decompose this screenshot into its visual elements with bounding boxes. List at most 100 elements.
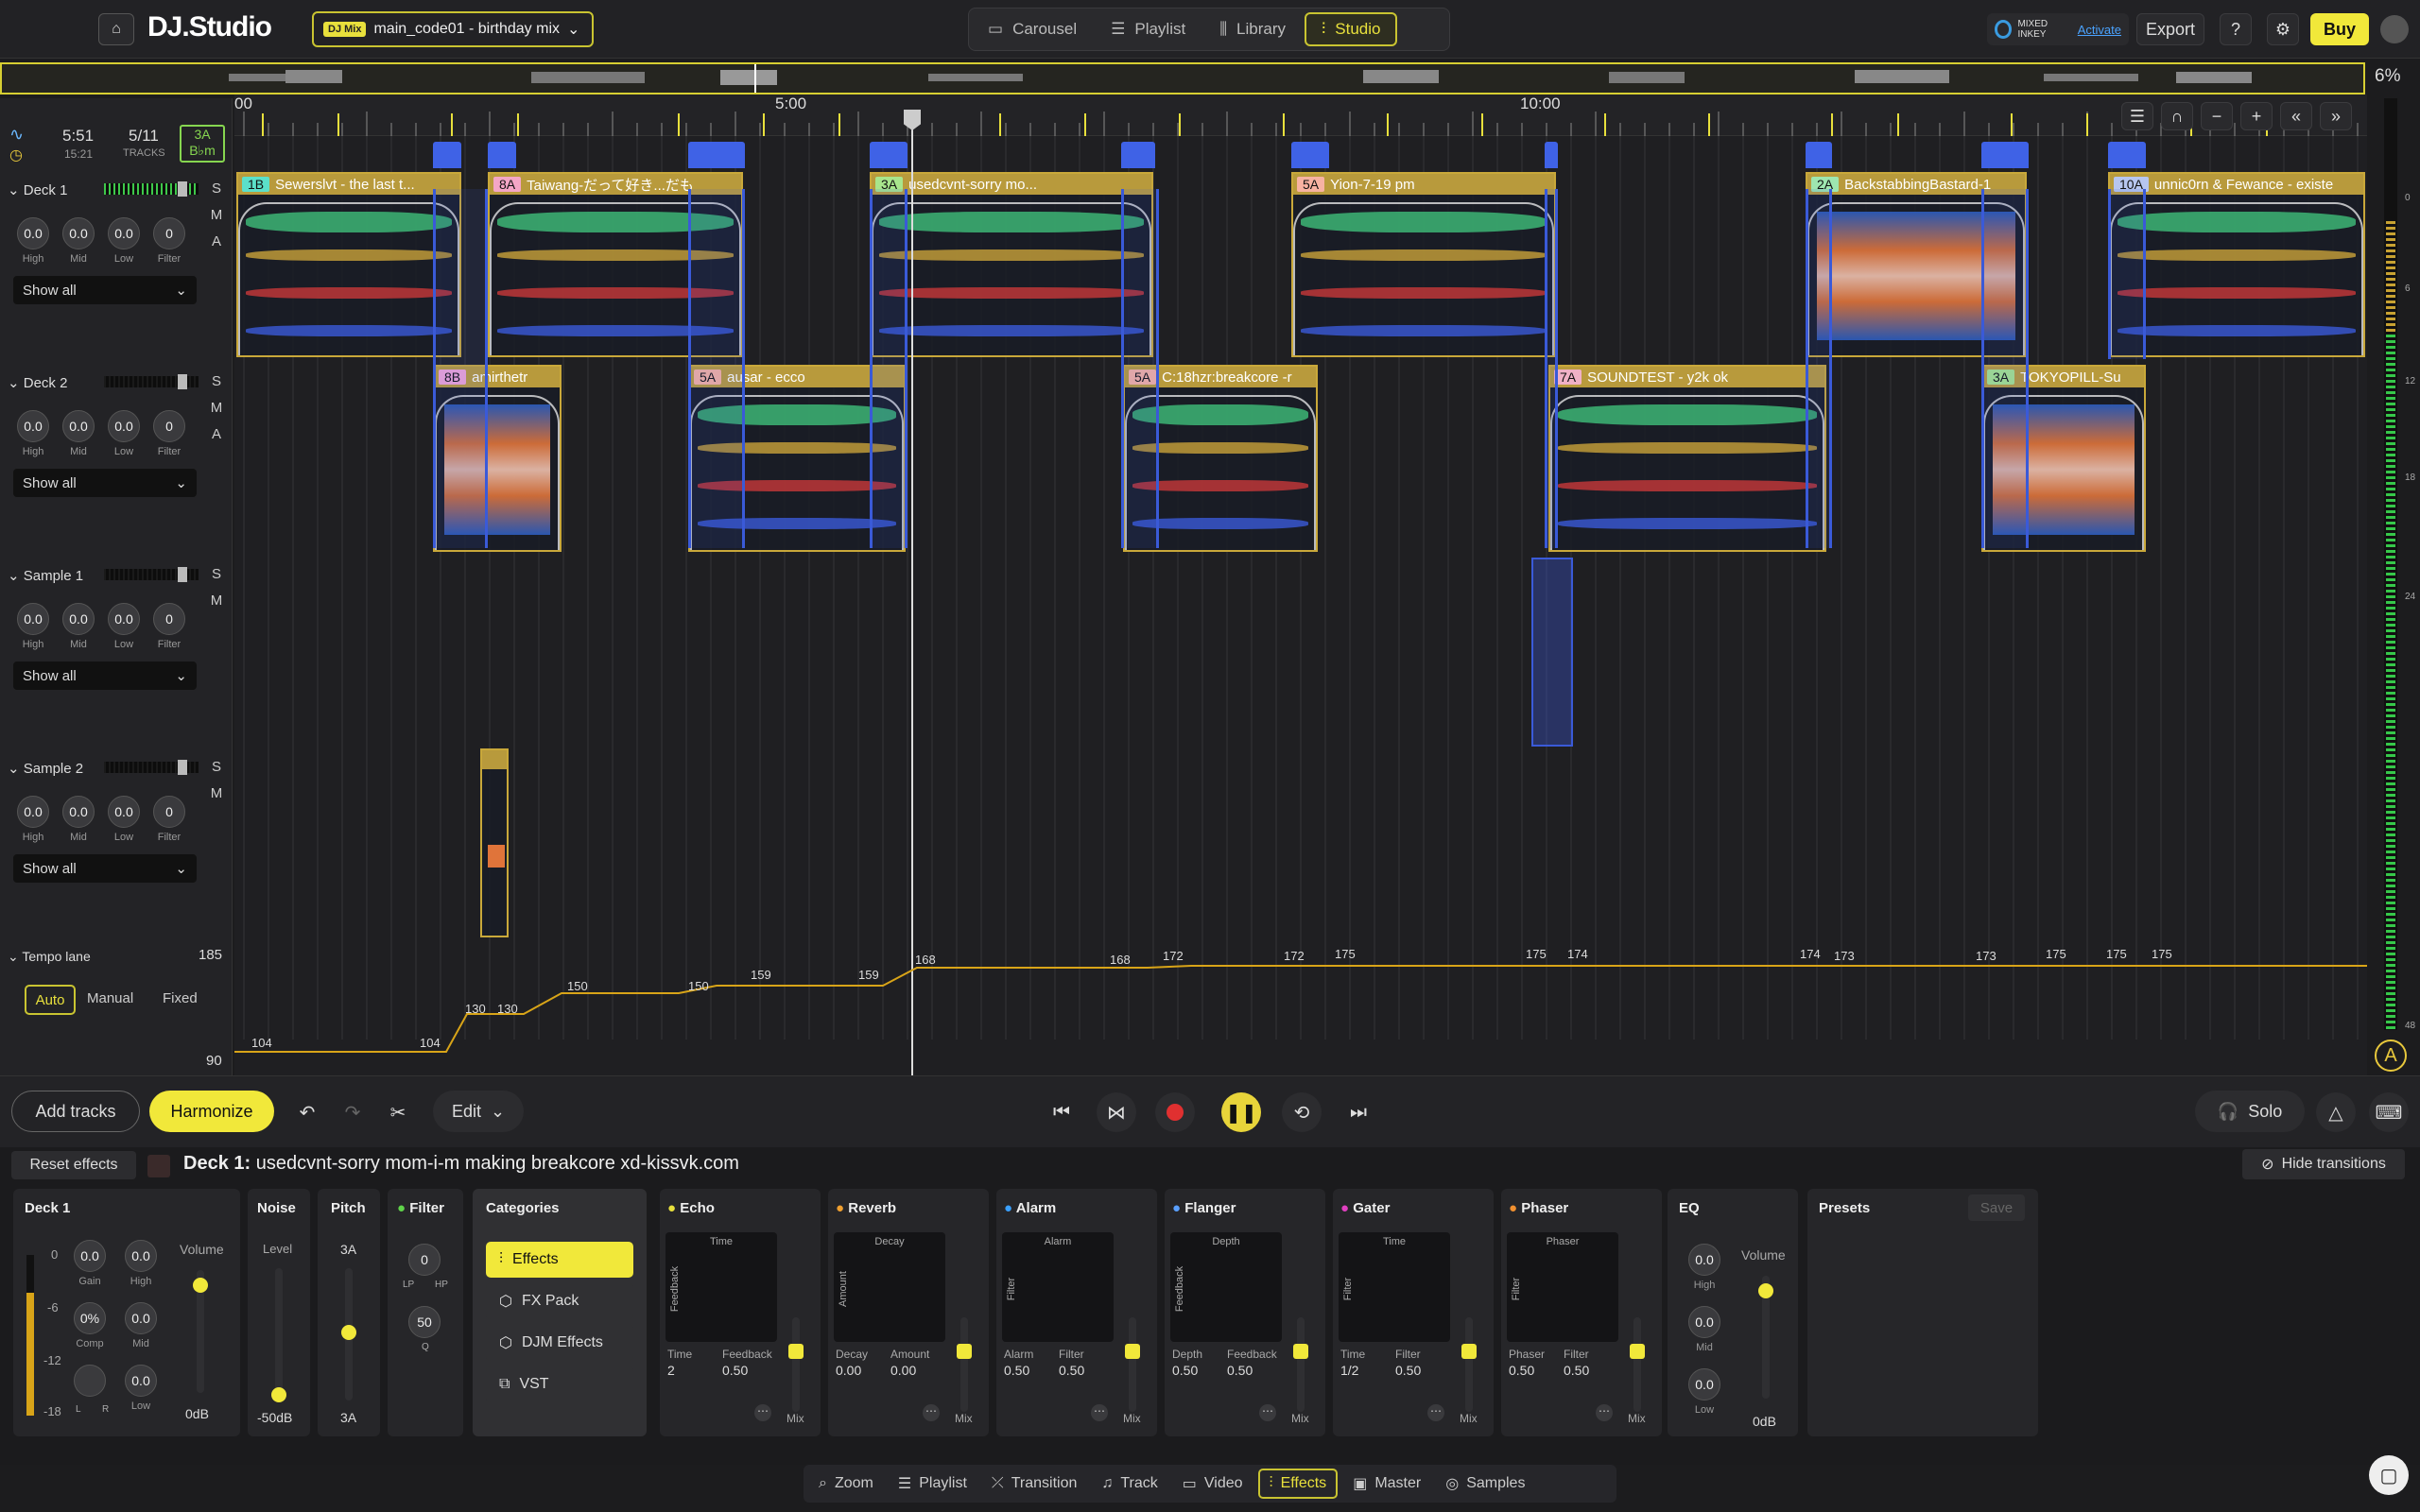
transition-region[interactable] [1545,189,1558,548]
tempo-fixed-button[interactable]: Fixed [163,990,198,1006]
fx-more-icon[interactable]: ⋯ [1596,1404,1613,1421]
transition-region[interactable] [433,189,488,548]
deck-low-knob[interactable]: 0.0 [108,410,140,442]
pause-button[interactable]: ❚❚ [1221,1092,1261,1132]
tab-video[interactable]: ▭ Video [1173,1469,1253,1499]
tab-transition[interactable]: ⤫ Transition [982,1469,1086,1499]
redo-button[interactable]: ↷ [333,1092,372,1132]
fx-mix-handle[interactable] [1125,1344,1140,1359]
tab-playlist[interactable]: ☰ Playlist [889,1469,977,1499]
tab-zoom[interactable]: ⌕ Zoom [809,1469,883,1499]
deck-s-button[interactable]: S [208,178,225,198]
sample-clip[interactable] [480,748,509,937]
deck-volume-handle[interactable] [178,181,187,197]
transition-marker[interactable] [1531,558,1573,747]
show-all-dropdown[interactable]: Show all ⌄ [13,662,197,690]
fx-mix-slider[interactable] [960,1317,968,1412]
transition-handle[interactable] [1545,142,1558,168]
fx-mix-handle[interactable] [1293,1344,1308,1359]
deck-volume-handle[interactable] [178,567,187,582]
deck-m-button[interactable]: M [208,590,225,610]
deck-title[interactable]: ⌄ Sample 2 [8,760,83,777]
deck-m-button[interactable]: M [208,204,225,225]
metronome-button[interactable]: △ [2316,1092,2356,1132]
menu-button[interactable]: ☰ [2121,102,2153,130]
deck-high-knob[interactable]: 0.0 [17,603,49,635]
pitch-handle[interactable] [341,1325,356,1340]
skip-forward-button[interactable]: ⏭ [1339,1092,1378,1132]
fx-mix-slider[interactable] [792,1317,800,1412]
fx-xy-pad[interactable]: Alarm Filter [1002,1232,1114,1342]
eq-mid-knob[interactable]: 0.0 [1688,1306,1720,1338]
fx-mix-slider[interactable] [1129,1317,1136,1412]
deck1-mid-knob[interactable]: 0.0 [125,1302,157,1334]
deck-filter-knob[interactable]: 0 [153,796,185,828]
show-all-dropdown[interactable]: Show all ⌄ [13,276,197,304]
keyboard-button[interactable]: ⌨ [2369,1092,2409,1132]
export-button[interactable]: Export [2136,13,2204,45]
loop-button[interactable]: ⟲ [1282,1092,1322,1132]
fx-mix-handle[interactable] [1630,1344,1645,1359]
deck-low-knob[interactable]: 0.0 [108,796,140,828]
deck1-low-knob[interactable]: 0.0 [125,1365,157,1397]
track-clip[interactable]: 10A unnic0rn & Fewance - existe [2108,172,2365,357]
tab-master[interactable]: ▣ Master [1343,1469,1430,1499]
deck-s-button[interactable]: S [208,563,225,584]
rewind-button[interactable]: « [2280,102,2312,130]
deck-title[interactable]: ⌄ Deck 2 [8,374,67,391]
category-fx-pack[interactable]: ⬡ FX Pack [486,1283,633,1319]
deck-filter-knob[interactable]: 0 [153,217,185,249]
category-djm-effects[interactable]: ⬡ DJM Effects [486,1325,633,1361]
zoom-in-button[interactable]: + [2240,102,2273,130]
fx-mix-handle[interactable] [1461,1344,1477,1359]
deck-mid-knob[interactable]: 0.0 [62,410,95,442]
fx-mix-slider[interactable] [1634,1317,1641,1412]
undo-button[interactable]: ↶ [287,1092,327,1132]
tempo-auto-button[interactable]: Auto [25,985,76,1015]
mix-selector[interactable]: DJ Mix main_code01 - birthday mix ⌄ [312,11,594,47]
avatar[interactable] [2380,15,2409,43]
fx-more-icon[interactable]: ⋯ [754,1404,771,1421]
deck-filter-knob[interactable]: 0 [153,603,185,635]
deck-m-button[interactable]: M [208,782,225,803]
category-effects[interactable]: ⫶ Effects [486,1242,633,1278]
balance-knob[interactable] [74,1365,106,1397]
eq-low-knob[interactable]: 0.0 [1688,1368,1720,1400]
deck-a-button[interactable]: A [208,231,225,251]
fx-more-icon[interactable]: ⋯ [1259,1404,1276,1421]
transition-handle[interactable] [1121,142,1155,168]
deck-mid-knob[interactable]: 0.0 [62,796,95,828]
track-clip[interactable]: 5A Yion-7-19 pm [1291,172,1556,357]
gain-knob[interactable]: 0.0 [74,1240,106,1272]
noise-slider[interactable] [275,1268,283,1400]
fx-xy-pad[interactable]: Time Feedback [666,1232,777,1342]
playhead[interactable] [911,110,913,1075]
transition-region[interactable] [2108,189,2146,359]
skip-back-button[interactable]: ⏮ [1042,1092,1081,1132]
save-preset-button[interactable]: Save [1968,1194,2025,1221]
tempo-lane[interactable]: 104 104 130 130 150 150 159 159 168 168 172 172 175 1… [234,945,2367,1075]
fast-forward-button[interactable]: » [2320,102,2352,130]
fx-mix-slider[interactable] [1297,1317,1305,1412]
mixer-button[interactable]: ⋈ [1097,1092,1136,1132]
help-button[interactable]: ? [2220,13,2252,45]
filter-q-knob[interactable]: 50 [408,1306,441,1338]
deck-s-button[interactable]: S [208,370,225,391]
transition-region[interactable] [1806,189,1832,548]
deck-high-knob[interactable]: 0.0 [17,796,49,828]
transition-handle[interactable] [688,142,745,168]
tab-playlist[interactable]: ☰ Playlist [1096,12,1201,46]
fx-xy-pad[interactable]: Depth Feedback [1170,1232,1282,1342]
tempo-manual-button[interactable]: Manual [87,990,133,1006]
harmonize-button[interactable]: Harmonize [149,1091,274,1132]
reset-effects-button[interactable]: Reset effects [11,1151,136,1179]
transition-region[interactable] [1981,189,2029,548]
auto-mix-icon[interactable]: A [2375,1040,2407,1072]
show-all-dropdown[interactable]: Show all ⌄ [13,854,197,883]
tab-studio[interactable]: ⫶ Studio [1305,12,1398,46]
tab-carousel[interactable]: ▭ Carousel [973,12,1092,46]
add-tracks-button[interactable]: Add tracks [11,1091,140,1132]
edit-menu[interactable]: Edit ⌄ [433,1091,524,1132]
transition-handle[interactable] [1981,142,2029,168]
deck-mid-knob[interactable]: 0.0 [62,217,95,249]
